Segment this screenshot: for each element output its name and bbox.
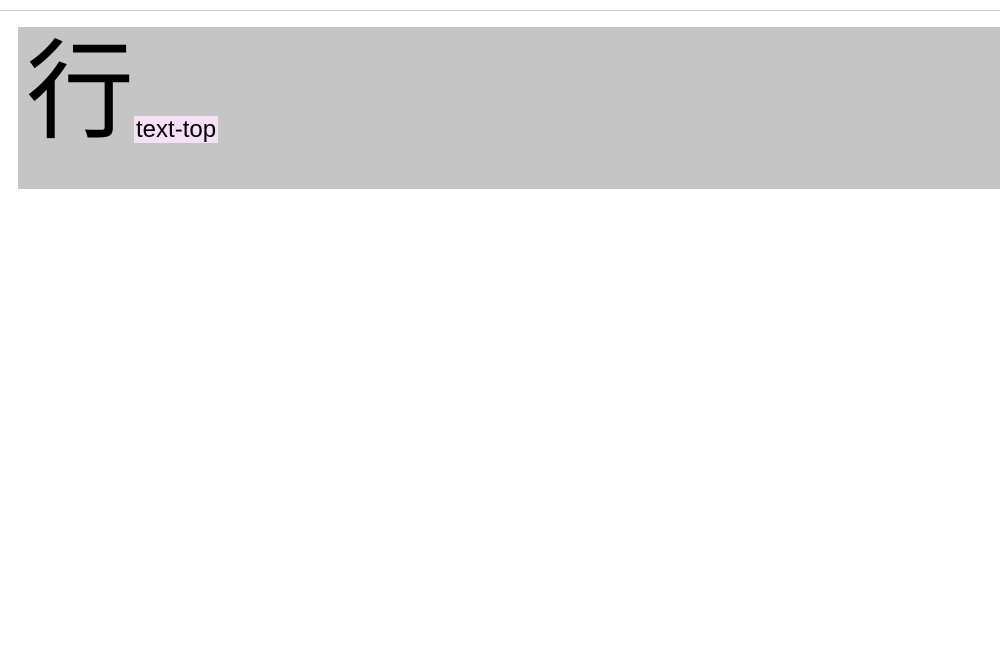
main-character: 行 (26, 31, 134, 152)
example-container: 行text-top (18, 27, 1000, 189)
top-divider (0, 10, 1000, 11)
alignment-label: text-top (134, 116, 218, 143)
